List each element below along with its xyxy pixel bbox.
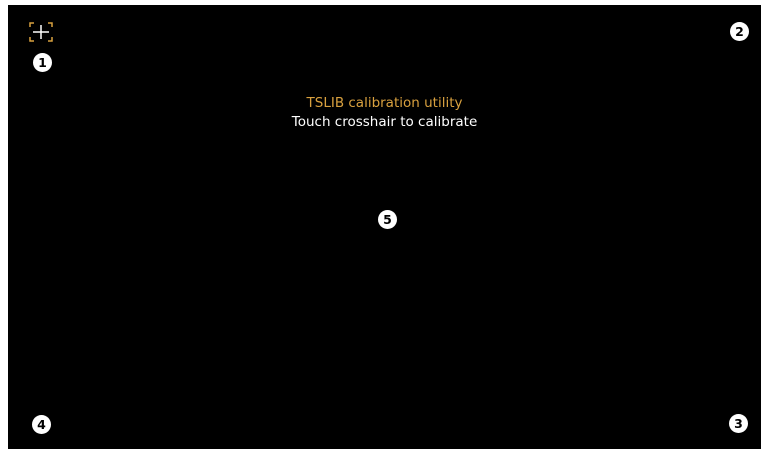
calibration-point-2-badge: 2 [730,22,749,41]
calibration-screen[interactable]: TSLIB calibration utility Touch crosshai… [8,5,761,449]
calibration-point-5-badge: 5 [378,210,397,229]
calibration-point-4-badge: 4 [32,415,51,434]
page-title: TSLIB calibration utility [306,95,463,111]
calibration-point-1-badge: 1 [33,53,52,72]
instruction-text: Touch crosshair to calibrate [291,114,478,130]
crosshair-icon[interactable] [29,22,53,42]
title-block: TSLIB calibration utility Touch crosshai… [8,94,761,132]
calibration-point-3-badge: 3 [729,414,748,433]
